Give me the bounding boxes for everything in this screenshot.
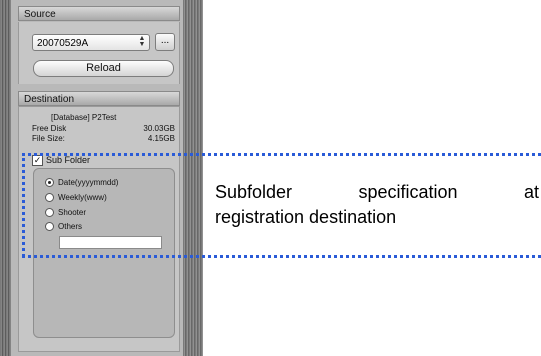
- highlight-left-line: [22, 153, 25, 257]
- reload-button[interactable]: Reload: [33, 60, 174, 77]
- select-arrows-icon: ▲ ▼: [138, 35, 146, 48]
- radio-selected-icon[interactable]: [45, 178, 54, 188]
- free-disk-label: Free Disk: [32, 124, 67, 133]
- others-text-input[interactable]: [59, 236, 162, 249]
- radio-option-shooter[interactable]: Shooter: [45, 208, 87, 218]
- free-disk-value: 30.03GB: [143, 124, 175, 133]
- radio-label: Others: [58, 222, 83, 231]
- radio-option-weekly[interactable]: Weekly(www): [45, 193, 107, 203]
- callout-line-1: Subfolder specification at: [215, 182, 539, 202]
- radio-icon[interactable]: [45, 193, 54, 203]
- highlight-bottom-line: [22, 255, 541, 258]
- callout-text: Subfolder specification at registration …: [215, 180, 539, 230]
- right-stripe-rail[interactable]: [183, 0, 203, 356]
- file-size-label: File Size:: [32, 134, 65, 143]
- radio-option-others[interactable]: Others: [45, 222, 83, 232]
- browse-button[interactable]: ...: [155, 33, 175, 51]
- left-stripe-rail: [0, 0, 11, 356]
- source-select-value: 20070529A: [37, 38, 89, 49]
- source-section-header: Source: [18, 6, 180, 21]
- radio-label: Date(yyyymmdd): [58, 178, 119, 187]
- checkbox-checked-icon[interactable]: ✓: [32, 155, 43, 167]
- destination-section-header: Destination: [18, 91, 180, 106]
- radio-icon[interactable]: [45, 222, 54, 232]
- highlight-top-line: [22, 153, 541, 156]
- radio-label: Shooter: [58, 208, 87, 217]
- radio-icon[interactable]: [45, 208, 54, 218]
- database-name: [Database] P2Test: [51, 113, 117, 122]
- radio-option-date[interactable]: Date(yyyymmdd): [45, 178, 119, 188]
- callout-line-2: registration destination: [215, 207, 397, 227]
- radio-label: Weekly(www): [58, 193, 107, 202]
- subfolder-checkbox-label: Sub Folder: [46, 155, 91, 165]
- source-folder-select[interactable]: 20070529A ▲ ▼: [32, 34, 150, 51]
- subfolder-checkbox-row[interactable]: ✓ Sub Folder: [32, 155, 91, 167]
- file-size-value: 4.15GB: [147, 134, 175, 143]
